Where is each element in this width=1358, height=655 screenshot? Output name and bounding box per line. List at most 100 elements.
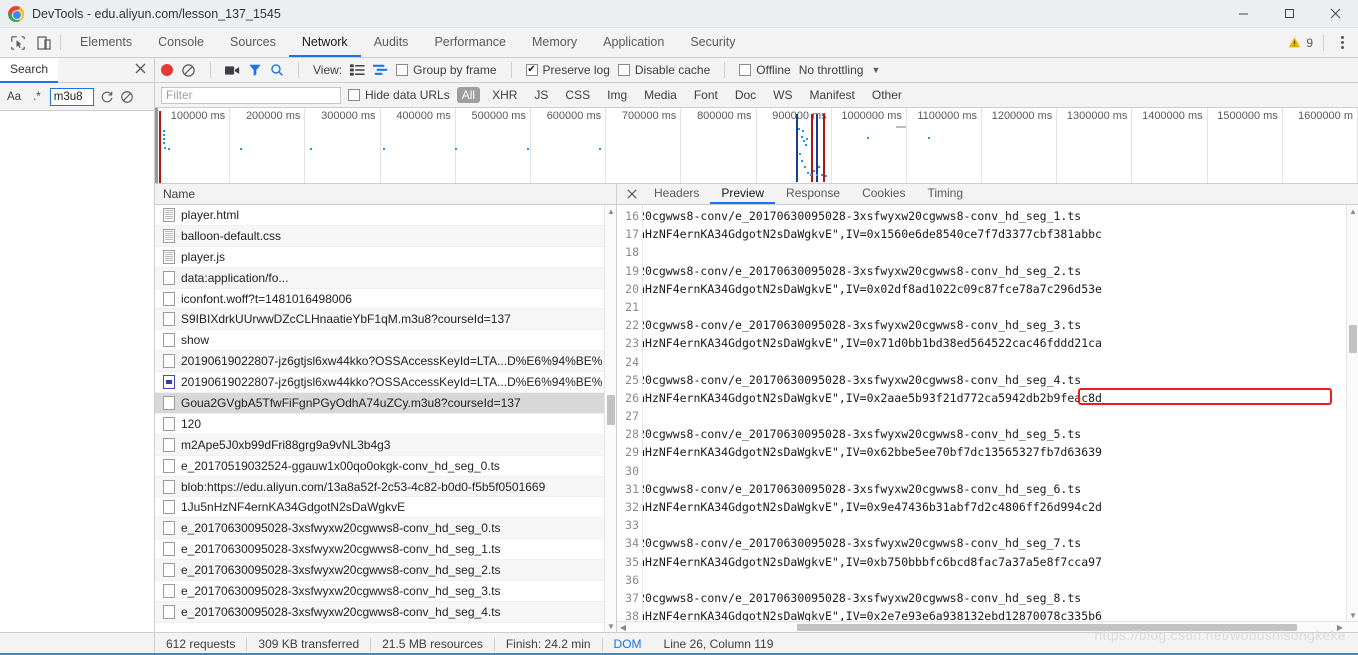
scrollbar-thumb[interactable] bbox=[607, 395, 615, 425]
tab-memory[interactable]: Memory bbox=[519, 28, 590, 57]
code-line[interactable]: selesson-50224/20170630095028-3xsfwyxw20… bbox=[643, 425, 1358, 443]
type-filter-js[interactable]: JS bbox=[529, 87, 553, 103]
type-filter-img[interactable]: Img bbox=[602, 87, 632, 103]
request-row[interactable]: data:application/fo... bbox=[155, 267, 616, 289]
match-case-button[interactable]: Aa bbox=[4, 90, 24, 104]
chevron-down-icon[interactable]: ▼ bbox=[871, 65, 880, 75]
tab-performance[interactable]: Performance bbox=[421, 28, 519, 57]
device-toolbar-icon[interactable] bbox=[36, 35, 52, 51]
tab-console[interactable]: Console bbox=[145, 28, 217, 57]
search-results-list[interactable] bbox=[0, 111, 154, 632]
request-row[interactable]: e_20170630095028-3xsfwyxw20cgwws8-conv_h… bbox=[155, 560, 616, 582]
throttling-value[interactable]: No throttling bbox=[799, 63, 864, 77]
request-row[interactable]: e_20170519032524-ggauw1x00qo0okgk-conv_h… bbox=[155, 456, 616, 477]
request-row[interactable]: S9IBIXdrkUUrwwDZcCLHnaatieYbF1qM.m3u8?co… bbox=[155, 309, 616, 331]
code-line[interactable]: selesson-50224/20170630095028-3xsfwyxw20… bbox=[643, 316, 1358, 334]
code-line[interactable]: ps://edu.aliyun.com/hls/2452/clef/1Ju5nH… bbox=[643, 225, 1358, 243]
type-filter-xhr[interactable]: XHR bbox=[487, 87, 522, 103]
scrollbar-thumb[interactable] bbox=[1349, 325, 1357, 353]
code-line[interactable]: selesson-50224/20170630095028-3xsfwyxw20… bbox=[643, 480, 1358, 498]
list-view-icon[interactable] bbox=[350, 63, 365, 77]
code-content[interactable]: selesson-50224/20170630095028-3xsfwyxw20… bbox=[643, 205, 1358, 621]
hide-data-urls-box[interactable] bbox=[348, 89, 360, 101]
scroll-down-arrow-icon[interactable]: ▼ bbox=[605, 620, 616, 632]
code-line[interactable] bbox=[643, 243, 1358, 261]
code-line[interactable]: selesson-50224/20170630095028-3xsfwyxw20… bbox=[643, 262, 1358, 280]
request-row[interactable]: m2Ape5J0xb99dFri88grg9a9vNL3b4g3 bbox=[155, 434, 616, 456]
request-row[interactable]: player.html bbox=[155, 205, 616, 226]
code-line[interactable] bbox=[643, 353, 1358, 371]
request-row[interactable]: blob:https://edu.aliyun.com/13a8a52f-2c5… bbox=[155, 476, 616, 498]
tab-elements[interactable]: Elements bbox=[67, 28, 145, 57]
detail-tab-headers[interactable]: Headers bbox=[643, 184, 710, 204]
preview-vertical-scrollbar[interactable]: ▲ ▼ bbox=[1346, 205, 1358, 621]
request-row[interactable]: 20190619022807-jz6gtjsl6xw44kko?OSSAcces… bbox=[155, 372, 616, 394]
search-clear-icon[interactable] bbox=[120, 90, 134, 104]
code-line[interactable]: selesson-50224/20170630095028-3xsfwyxw20… bbox=[643, 589, 1358, 607]
clear-requests-icon[interactable] bbox=[181, 63, 196, 78]
request-row[interactable]: 1Ju5nHzNF4ernKA34GdgotN2sDaWgkvE bbox=[155, 497, 616, 519]
request-list-scrollbar[interactable]: ▲ ▼ bbox=[604, 205, 616, 632]
code-line[interactable] bbox=[643, 298, 1358, 316]
type-filter-media[interactable]: Media bbox=[639, 87, 682, 103]
group-by-frame-checkbox[interactable]: Group by frame bbox=[396, 63, 497, 77]
code-line[interactable]: ps://edu.aliyun.com/hls/2452/clef/1Ju5nH… bbox=[643, 443, 1358, 461]
type-filter-font[interactable]: Font bbox=[689, 87, 723, 103]
search-close-icon[interactable] bbox=[135, 63, 146, 77]
code-line[interactable]: selesson-50224/20170630095028-3xsfwyxw20… bbox=[643, 371, 1358, 389]
search-icon[interactable] bbox=[270, 63, 284, 77]
network-overview-timeline[interactable]: 100000 ms 200000 ms 300000 ms 400000 ms 5000… bbox=[155, 108, 1358, 184]
detail-tab-timing[interactable]: Timing bbox=[916, 184, 974, 204]
preview-code-view[interactable]: 16 17 18 19 20 21 22 23 24 25 26 27 28 29 30 31 32 33 34 35… bbox=[617, 205, 1358, 621]
detail-tab-cookies[interactable]: Cookies bbox=[851, 184, 916, 204]
type-filter-ws[interactable]: WS bbox=[768, 87, 797, 103]
code-line[interactable]: ps://edu.aliyun.com/hls/2452/clef/1Ju5nH… bbox=[643, 280, 1358, 298]
disable-cache-checkbox[interactable]: Disable cache bbox=[617, 63, 710, 77]
code-line[interactable]: ps://edu.aliyun.com/hls/2452/clef/1Ju5nH… bbox=[643, 389, 1358, 407]
disable-cache-box[interactable] bbox=[617, 64, 630, 76]
warning-indicator[interactable]: 9 bbox=[1288, 36, 1313, 50]
request-list-header[interactable]: Name bbox=[155, 184, 616, 205]
minimize-button[interactable] bbox=[1220, 0, 1266, 28]
camera-icon[interactable] bbox=[225, 64, 240, 77]
type-filter-manifest[interactable]: Manifest bbox=[805, 87, 860, 103]
type-filter-all[interactable]: All bbox=[456, 87, 481, 103]
filter-input[interactable] bbox=[161, 86, 341, 104]
group-by-frame-box[interactable] bbox=[396, 64, 409, 76]
close-button[interactable] bbox=[1312, 0, 1358, 28]
code-line[interactable]: selesson-50224/20170630095028-3xsfwyxw20… bbox=[643, 207, 1358, 225]
request-row[interactable]: iconfont.woff?t=1481016498006 bbox=[155, 289, 616, 310]
waterfall-view-icon[interactable] bbox=[373, 63, 388, 77]
tab-application[interactable]: Application bbox=[590, 28, 677, 57]
tab-network[interactable]: Network bbox=[288, 28, 361, 57]
code-line[interactable]: ps://edu.aliyun.com/hls/2452/clef/1Ju5nH… bbox=[643, 498, 1358, 516]
scroll-down-arrow-icon[interactable]: ▼ bbox=[1347, 609, 1358, 621]
funnel-icon[interactable] bbox=[248, 63, 262, 77]
type-filter-doc[interactable]: Doc bbox=[730, 87, 761, 103]
request-row[interactable]: e_20170630095028-3xsfwyxw20cgwws8-conv_h… bbox=[155, 518, 616, 540]
request-rows[interactable]: player.html balloon-default.css player.js d… bbox=[155, 205, 616, 632]
request-row[interactable]: 120 bbox=[155, 414, 616, 435]
search-refresh-icon[interactable] bbox=[100, 90, 114, 104]
request-row[interactable]: e_20170630095028-3xsfwyxw20cgwws8-conv_h… bbox=[155, 581, 616, 602]
code-line[interactable]: ps://edu.aliyun.com/hls/2452/clef/1Ju5nH… bbox=[643, 607, 1358, 621]
hide-data-urls-checkbox[interactable]: Hide data URLs bbox=[348, 88, 450, 102]
preserve-log-checkbox[interactable]: Preserve log bbox=[525, 63, 610, 77]
code-line[interactable]: selesson-50224/20170630095028-3xsfwyxw20… bbox=[643, 534, 1358, 552]
code-line[interactable]: ps://edu.aliyun.com/hls/2452/clef/1Ju5nH… bbox=[643, 334, 1358, 352]
tab-security[interactable]: Security bbox=[677, 28, 748, 57]
code-line[interactable]: ps://edu.aliyun.com/hls/2452/clef/1Ju5nH… bbox=[643, 553, 1358, 571]
record-button-icon[interactable] bbox=[161, 64, 173, 76]
code-line[interactable] bbox=[643, 407, 1358, 425]
request-row[interactable]: player.js bbox=[155, 247, 616, 268]
request-row[interactable]: show bbox=[155, 330, 616, 352]
scroll-up-arrow-icon[interactable]: ▲ bbox=[1347, 205, 1358, 217]
scroll-up-arrow-icon[interactable]: ▲ bbox=[605, 205, 616, 217]
tab-audits[interactable]: Audits bbox=[361, 28, 422, 57]
search-tab[interactable]: Search bbox=[0, 57, 59, 83]
inspect-element-icon[interactable] bbox=[10, 35, 26, 51]
code-line[interactable] bbox=[643, 571, 1358, 589]
kebab-menu-icon[interactable] bbox=[1334, 35, 1350, 51]
tab-sources[interactable]: Sources bbox=[217, 28, 289, 57]
search-input[interactable] bbox=[49, 87, 94, 106]
